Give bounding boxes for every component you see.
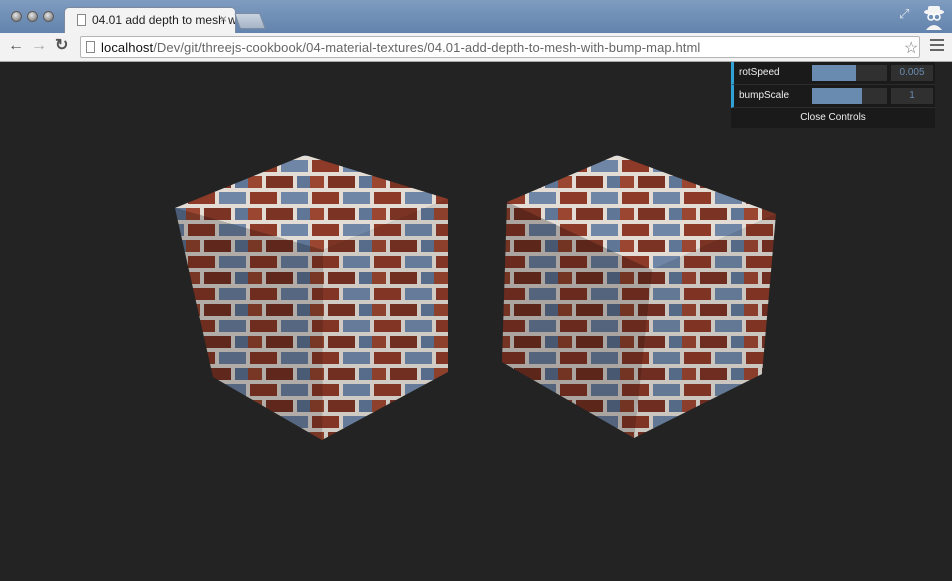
address-bar[interactable]: localhost/Dev/git/threejs-cookbook/04-ma… <box>80 36 920 58</box>
reload-icon[interactable]: ↻ <box>55 37 68 55</box>
browser-toolbar: ← → ↻ localhost/Dev/git/threejs-cookbook… <box>0 33 952 62</box>
url-text: localhost/Dev/git/threejs-cookbook/04-ma… <box>101 40 700 55</box>
url-host: localhost <box>101 40 154 55</box>
url-path: /Dev/git/threejs-cookbook/04-material-te… <box>153 40 701 55</box>
profile-icon[interactable] <box>919 2 949 32</box>
brick-cube-left <box>175 155 448 440</box>
bumpscale-slider[interactable] <box>812 88 887 104</box>
rotspeed-value-input[interactable]: 0.005 <box>891 65 933 81</box>
slider-fill <box>812 65 856 81</box>
browser-window: 04.01 add depth to mesh with bump map × … <box>0 0 952 62</box>
tab-title: 04.01 add depth to mesh with bump map <box>92 13 236 27</box>
controls-panel: rotSpeed 0.005 bumpScale 1 Close Control… <box>731 62 935 128</box>
brick-cube-right <box>502 155 776 438</box>
bumpscale-value-input[interactable]: 1 <box>891 88 933 104</box>
close-window-button[interactable] <box>11 11 22 22</box>
minimize-window-button[interactable] <box>27 11 38 22</box>
page-icon <box>86 41 95 53</box>
menu-icon[interactable] <box>930 39 944 54</box>
star-icon[interactable]: ☆ <box>904 38 918 58</box>
tab-strip: 04.01 add depth to mesh with bump map × … <box>0 0 952 34</box>
restore-icon[interactable]: ⤢ <box>899 6 915 22</box>
new-tab-button[interactable] <box>234 13 266 29</box>
control-row-bumpscale: bumpScale 1 <box>731 85 935 108</box>
tab-close-icon[interactable]: × <box>220 12 227 26</box>
active-tab[interactable]: 04.01 add depth to mesh with bump map × <box>64 7 236 34</box>
tab-page-icon <box>77 14 86 26</box>
three-scene-canvas[interactable] <box>0 62 952 581</box>
zoom-window-button[interactable] <box>43 11 54 22</box>
control-label: bumpScale <box>739 90 790 101</box>
back-icon[interactable]: ← <box>8 37 24 55</box>
control-label: rotSpeed <box>739 67 780 78</box>
rotspeed-slider[interactable] <box>812 65 887 81</box>
forward-icon[interactable]: → <box>31 37 47 55</box>
close-controls-button[interactable]: Close Controls <box>731 108 935 128</box>
control-row-rotspeed: rotSpeed 0.005 <box>731 62 935 85</box>
slider-fill <box>812 88 862 104</box>
